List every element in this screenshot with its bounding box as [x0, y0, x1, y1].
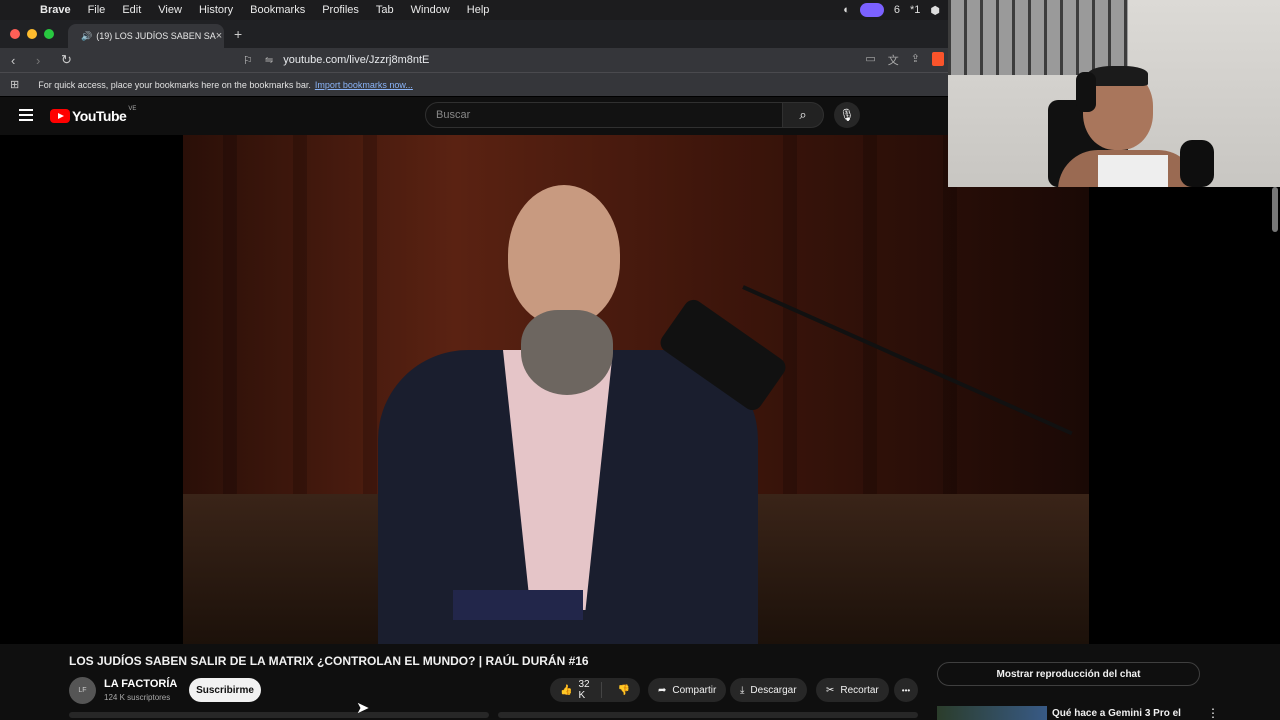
- status-number: 6: [893, 4, 900, 16]
- menu-hamburger-icon[interactable]: [19, 109, 33, 124]
- menu-history[interactable]: History: [199, 4, 233, 16]
- status-extra: *1: [909, 4, 921, 16]
- thumbs-up-icon: 👍: [560, 684, 573, 696]
- maximize-window-button[interactable]: [44, 29, 54, 39]
- window-bars: [948, 0, 1128, 75]
- youtube-wordmark: YouTube: [72, 108, 127, 124]
- menu-file[interactable]: File: [88, 4, 106, 16]
- recommended-thumbnail[interactable]: [937, 706, 1047, 720]
- menu-help[interactable]: Help: [467, 4, 490, 16]
- url-field[interactable]: youtube.com/live/Jzzrj8m8ntE: [283, 54, 429, 66]
- share-label: Compartir: [672, 684, 717, 696]
- microphone-icon: 🎙: [839, 108, 855, 122]
- back-icon[interactable]: ‹: [11, 53, 25, 68]
- like-button[interactable]: 👍 32 K: [550, 679, 602, 701]
- share-arrow-icon: ➦: [658, 684, 667, 696]
- show-chat-replay-button[interactable]: Mostrar reproducción del chat: [937, 662, 1200, 686]
- status-area: ◐ 6 *1 ⬢: [843, 0, 940, 20]
- site-info-icon[interactable]: ⇋: [265, 55, 273, 66]
- page-scrollbar[interactable]: [1272, 187, 1278, 232]
- tab-close-icon[interactable]: ×: [216, 30, 222, 42]
- headset-icon: [1076, 72, 1096, 112]
- dislike-button[interactable]: 👎: [608, 685, 640, 696]
- menu-brave[interactable]: Brave: [40, 4, 71, 16]
- translate-icon[interactable]: 文: [888, 52, 899, 68]
- bookmarks-bar: ⊞ For quick access, place your bookmarks…: [0, 72, 948, 96]
- share-button[interactable]: ➦ Compartir: [648, 678, 727, 702]
- thumbs-down-icon: 👎: [617, 684, 630, 696]
- cast-icon[interactable]: ▭: [865, 52, 875, 68]
- scissors-icon: ✂: [826, 684, 835, 696]
- browser-toolbar: ‹ › ↻ ⚐ ⇋ youtube.com/live/Jzzrj8m8ntE ▭…: [0, 48, 948, 72]
- comments-box-edge: [498, 712, 918, 718]
- share-icon[interactable]: ⇪: [911, 52, 920, 68]
- video-info: LOS JUDÍOS SABEN SALIR DE LA MATRIX ¿CON…: [0, 644, 1280, 720]
- import-bookmarks-link[interactable]: Import bookmarks now...: [315, 80, 413, 90]
- speaker-beard: [521, 310, 613, 395]
- description-box-edge: [69, 712, 489, 718]
- youtube-logo[interactable]: YouTube VE: [50, 106, 137, 124]
- browser-tab-active[interactable]: 🔊 (19) LOS JUDÍOS SABEN SA ×: [68, 24, 224, 48]
- menu-edit[interactable]: Edit: [122, 4, 141, 16]
- bookmark-icon[interactable]: ⚐: [243, 54, 253, 67]
- menu-bookmarks[interactable]: Bookmarks: [250, 4, 305, 16]
- recommended-video[interactable]: Qué hace a Gemini 3 Pro el ⋮: [937, 706, 1219, 720]
- bookmarks-prompt: For quick access, place your bookmarks h…: [38, 79, 311, 90]
- more-actions-button[interactable]: •••: [894, 678, 918, 702]
- channel-avatar[interactable]: LF: [69, 677, 96, 704]
- voice-search-button[interactable]: 🎙: [834, 102, 860, 128]
- shield-status-icon[interactable]: ⬢: [930, 4, 940, 17]
- toolbar-actions: ▭ 文 ⇪: [865, 52, 944, 68]
- reload-icon[interactable]: ↻: [61, 52, 75, 68]
- channel-name[interactable]: LA FACTORÍA: [104, 678, 177, 690]
- speaker-head: [508, 185, 620, 325]
- status-app-icon[interactable]: ◐: [843, 4, 850, 16]
- streamer-tank-top: [1098, 155, 1168, 187]
- video-player[interactable]: [0, 135, 1280, 644]
- menu-profiles[interactable]: Profiles: [322, 4, 359, 16]
- apps-grid-icon[interactable]: ⊞: [10, 78, 19, 91]
- window-controls: [10, 29, 54, 39]
- minimize-window-button[interactable]: [27, 29, 37, 39]
- download-button[interactable]: ⤓ Descargar: [730, 678, 807, 702]
- tab-title: (19) LOS JUDÍOS SABEN SA: [96, 31, 216, 41]
- clip-button[interactable]: ✂ Recortar: [816, 678, 889, 702]
- streamer-microphone: [1180, 140, 1214, 187]
- country-code: VE: [128, 106, 137, 112]
- mouse-cursor-icon: ➤: [356, 700, 370, 717]
- search-icon: ⌕: [799, 107, 807, 122]
- status-badge-icon[interactable]: [859, 3, 884, 17]
- download-label: Descargar: [750, 684, 797, 696]
- search-button[interactable]: ⌕: [782, 102, 824, 128]
- recommended-title[interactable]: Qué hace a Gemini 3 Pro el: [1052, 708, 1181, 719]
- speaker-belt: [453, 590, 583, 620]
- new-tab-button[interactable]: +: [234, 26, 242, 42]
- youtube-play-icon: [50, 109, 70, 123]
- download-icon: ⤓: [740, 684, 745, 696]
- close-window-button[interactable]: [10, 29, 20, 39]
- like-count: 32 K: [578, 679, 590, 701]
- forward-icon[interactable]: ›: [36, 53, 50, 68]
- kebab-menu-icon[interactable]: ⋮: [1207, 706, 1219, 720]
- subscribe-button[interactable]: Suscribirme: [189, 678, 261, 702]
- menu-tab[interactable]: Tab: [376, 4, 394, 16]
- subscriber-count: 124 K suscriptores: [104, 693, 171, 702]
- browser-tab-bar: 🔊 (19) LOS JUDÍOS SABEN SA × +: [0, 20, 948, 48]
- brave-shields-icon[interactable]: [932, 52, 944, 66]
- like-dislike-group: 👍 32 K 👎: [550, 678, 640, 702]
- clip-label: Recortar: [840, 684, 879, 696]
- webcam-overlay: [948, 0, 1280, 187]
- menu-view[interactable]: View: [158, 4, 182, 16]
- video-frame: [183, 135, 1089, 644]
- video-title: LOS JUDÍOS SABEN SALIR DE LA MATRIX ¿CON…: [69, 654, 589, 668]
- search-input[interactable]: Buscar: [425, 102, 783, 128]
- speaker-icon[interactable]: 🔊: [81, 31, 92, 42]
- streamer-hair: [1088, 66, 1148, 86]
- menu-window[interactable]: Window: [411, 4, 450, 16]
